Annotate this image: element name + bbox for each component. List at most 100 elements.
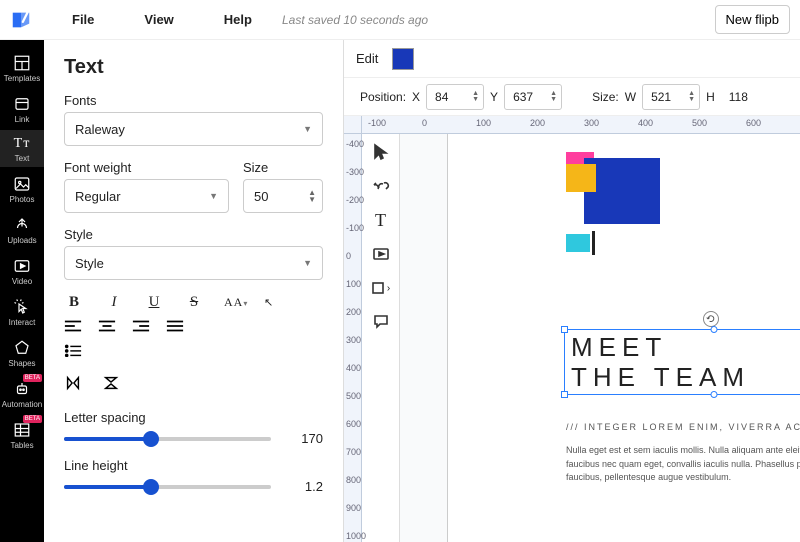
video-icon	[13, 257, 31, 275]
line-height-value: 1.2	[283, 479, 323, 494]
w-input[interactable]: 521▲▼	[642, 84, 700, 110]
underline-button[interactable]: U	[144, 294, 164, 311]
rail-automation[interactable]: BETA Automation	[0, 374, 44, 413]
menu-help[interactable]: Help	[224, 12, 252, 27]
rail-uploads[interactable]: Uploads	[0, 210, 44, 249]
topbar: File View Help Last saved 10 seconds ago…	[0, 0, 800, 40]
heading-line1: MEET	[571, 333, 800, 363]
align-right-button[interactable]	[132, 319, 150, 333]
chevron-down-icon: ▼	[303, 124, 312, 134]
font-select[interactable]: Raleway▼	[64, 112, 323, 146]
rail-shapes[interactable]: Shapes	[0, 333, 44, 372]
link-icon	[13, 95, 31, 113]
rail-templates[interactable]: Templates	[0, 48, 44, 87]
y-input[interactable]: 637▲▼	[504, 84, 562, 110]
text-case-button[interactable]: AA▾	[224, 295, 244, 310]
x-input[interactable]: 84▲▼	[426, 84, 484, 110]
flip-vertical-button[interactable]	[102, 374, 120, 392]
bold-button[interactable]: B	[64, 294, 84, 311]
rail-interact[interactable]: Interact	[0, 292, 44, 331]
line-height-label: Line height	[64, 458, 323, 473]
cursor-icon: ↖	[264, 296, 273, 309]
flip-horizontal-button[interactable]	[64, 374, 82, 392]
subheading: /// INTEGER LOREM ENIM, VIVERRA AC SEMPE…	[566, 422, 800, 432]
size-label: Size:	[592, 90, 619, 104]
selection-box[interactable]: MEET THE TEAM	[564, 329, 800, 395]
align-justify-button[interactable]	[166, 319, 184, 333]
link-tool[interactable]	[371, 176, 391, 196]
refresh-icon[interactable]	[703, 311, 719, 327]
style-select[interactable]: Style▼	[64, 246, 323, 280]
shape-bar	[592, 231, 595, 255]
menu-file[interactable]: File	[72, 12, 94, 27]
menu-view[interactable]: View	[144, 12, 173, 27]
vertical-ruler: -400-300-200-100010020030040050060070080…	[344, 134, 362, 542]
photos-icon	[13, 175, 31, 193]
weight-label: Font weight	[64, 160, 229, 175]
panel-title: Text	[64, 56, 323, 79]
rail-tables[interactable]: BETA Tables	[0, 415, 44, 454]
letter-spacing-slider[interactable]	[64, 437, 271, 441]
ruler-corner	[344, 116, 362, 134]
save-status: Last saved 10 seconds ago	[282, 13, 428, 27]
rail-text[interactable]: Tᴛ Text	[0, 130, 44, 167]
new-flipbook-button[interactable]: New flipb	[715, 5, 790, 34]
w-label: W	[625, 90, 636, 104]
app-body: Templates Link Tᴛ Text Photos Uploads Vi…	[0, 40, 800, 542]
beta-badge: BETA	[23, 415, 42, 423]
templates-icon	[13, 54, 31, 72]
position-label: Position:	[360, 90, 406, 104]
shape-orange	[566, 164, 596, 192]
main-menu: File View Help	[72, 12, 252, 27]
select-tool[interactable]	[371, 142, 391, 162]
rail-photos[interactable]: Photos	[0, 169, 44, 208]
canvas-stage[interactable]: MEET THE TEAM /// INTEGER LOREM ENIM, VI…	[400, 134, 800, 542]
fonts-label: Fonts	[64, 93, 323, 108]
chevron-down-icon: ▼	[303, 258, 312, 268]
rail-link[interactable]: Link	[0, 89, 44, 128]
interact-icon	[13, 298, 31, 316]
shape-tool[interactable]: ›	[371, 278, 391, 298]
strikethrough-button[interactable]: S	[184, 294, 204, 311]
rail-video[interactable]: Video	[0, 251, 44, 290]
letter-spacing-value: 170	[283, 431, 323, 446]
weight-select[interactable]: Regular▼	[64, 179, 229, 213]
edit-bar: Edit	[344, 40, 800, 78]
position-bar: Position: X 84▲▼ Y 637▲▼ Size: W 521▲▼ H…	[344, 78, 800, 116]
size-input[interactable]: 50 ▲▼	[243, 179, 323, 213]
text-panel: Text Fonts Raleway▼ Font weight Regular▼…	[44, 40, 344, 542]
letter-spacing-label: Letter spacing	[64, 410, 323, 425]
size-stepper[interactable]: ▲▼	[308, 189, 316, 203]
style-label: Style	[64, 227, 323, 242]
body-text: Nulla eget est et sem iaculis mollis. Nu…	[566, 444, 800, 485]
horizontal-ruler: -1000100200300400500600	[362, 116, 800, 134]
text-style-buttons: B I U S AA▾ ↖	[64, 294, 323, 311]
list-button[interactable]	[64, 343, 82, 357]
y-label: Y	[490, 90, 498, 104]
comment-tool[interactable]	[371, 312, 391, 332]
align-center-button[interactable]	[98, 319, 116, 333]
text-color-swatch[interactable]	[392, 48, 414, 70]
tables-icon	[13, 421, 31, 439]
flip-buttons	[64, 374, 323, 392]
heading-line2: THE TEAM	[571, 363, 800, 393]
shapes-icon	[13, 339, 31, 357]
align-buttons	[64, 319, 323, 333]
automation-icon	[13, 380, 31, 398]
edit-label: Edit	[356, 51, 378, 66]
align-left-button[interactable]	[64, 319, 82, 333]
chevron-down-icon: ▼	[209, 191, 218, 201]
canvas-area: Edit Position: X 84▲▼ Y 637▲▼ Size: W 52…	[344, 40, 800, 542]
line-height-slider[interactable]	[64, 485, 271, 489]
shape-cyan	[566, 234, 590, 252]
canvas-toolbar: T ›	[362, 134, 400, 542]
italic-button[interactable]: I	[104, 294, 124, 311]
text-tool[interactable]: T	[371, 210, 391, 230]
text-icon: Tᴛ	[14, 136, 31, 152]
app-logo	[10, 9, 32, 31]
h-input[interactable]: 118	[721, 84, 779, 110]
h-label: H	[706, 90, 715, 104]
size-label: Size	[243, 160, 323, 175]
video-tool[interactable]	[371, 244, 391, 264]
page: MEET THE TEAM /// INTEGER LOREM ENIM, VI…	[448, 134, 800, 542]
